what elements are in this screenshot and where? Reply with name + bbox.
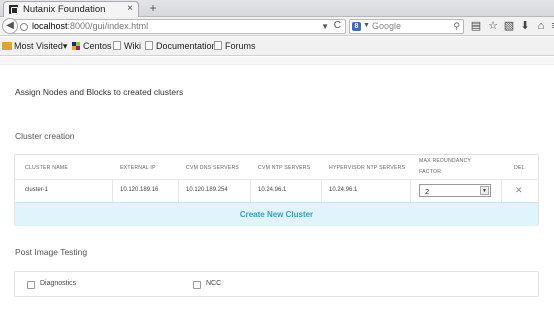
url-bar[interactable]: localhost:8000/gui/index.html ▼ C [12, 19, 346, 34]
search-input[interactable]: Google [372, 21, 401, 31]
create-new-cluster-button[interactable]: Create New Cluster [15, 203, 538, 227]
redundancy-factor-select[interactable]: 2 ▼ [419, 184, 491, 197]
tab-close-icon[interactable]: × [127, 3, 133, 14]
url-path: :8000/gui/index.html [67, 21, 149, 31]
bookmark-most-visited[interactable]: Most Visited▾ [2, 41, 67, 52]
cvm-ntp-field[interactable]: 10.24.96.1 [258, 187, 286, 193]
foundation-page: Assign Nodes and Blocks to created clust… [0, 57, 554, 316]
star-icon[interactable]: ☆ [486, 19, 500, 33]
url-dropdown-icon[interactable]: ▼ [321, 22, 329, 31]
menu-icon[interactable]: ≡ [548, 19, 554, 33]
top-band [0, 57, 554, 65]
diagnostics-checkbox[interactable] [27, 281, 35, 289]
new-tab-icon[interactable]: + [146, 1, 160, 15]
globe-icon [20, 23, 28, 31]
bookmark-label: Documentation [156, 41, 217, 51]
bookmark-forums[interactable]: Forums [214, 41, 256, 51]
external-ip-field[interactable]: 10.120.189.16 [120, 187, 158, 193]
bookmark-documentation[interactable]: Documentation [145, 41, 217, 51]
navigation-toolbar: localhost:8000/gui/index.html ▼ C ◀ 8 ▼ … [0, 17, 554, 36]
chevron-down-icon: ▼ [480, 186, 489, 195]
search-engine-dropdown-icon[interactable]: ▼ [363, 22, 370, 29]
bookmark-label: Most Visited [14, 41, 63, 51]
bookmarks-toolbar: Most Visited▾ Centos Wiki Documentation … [0, 37, 554, 56]
reload-icon[interactable]: C [334, 20, 341, 31]
browser-tab[interactable]: Nutanix Foundation × [3, 1, 139, 17]
home-icon[interactable]: ⌂ [534, 19, 548, 33]
back-arrow-icon[interactable]: ◀ [2, 18, 18, 34]
ncc-label: NCC [206, 280, 222, 287]
url-host: localhost [32, 21, 68, 31]
bookmark-label: Centos [83, 41, 112, 51]
cluster-name-field[interactable]: cluster-1 [25, 187, 48, 193]
nutanix-favicon-icon [9, 5, 18, 14]
bookmark-centos[interactable]: Centos [72, 41, 112, 51]
page-icon [113, 41, 121, 50]
download-icon[interactable]: ⬇ [518, 19, 532, 33]
cvm-dns-field[interactable]: 10.120.189.254 [186, 187, 228, 193]
url-text: localhost:8000/gui/index.html [32, 21, 148, 31]
create-cluster-bar: Create New Cluster [15, 202, 538, 226]
bookmark-label: Wiki [124, 41, 141, 51]
folder-icon [2, 42, 12, 50]
delete-cluster-icon[interactable]: ✕ [515, 185, 523, 196]
bookmark-label: Forums [225, 41, 256, 51]
search-engine-icon[interactable]: 8 [352, 22, 361, 31]
redundancy-factor-value: 2 [425, 187, 430, 196]
tab-title: Nutanix Foundation [23, 4, 106, 15]
bookmark-list-icon[interactable]: ▤ [469, 19, 483, 33]
bookmark-wiki[interactable]: Wiki [113, 41, 141, 51]
centos-logo-icon [72, 42, 80, 50]
reading-list-icon[interactable]: ▧ [502, 19, 516, 33]
search-go-icon[interactable]: ⚲ [453, 21, 460, 32]
diagnostics-label: Diagnostics [40, 280, 77, 287]
table-row: cluster-1 10.120.189.16 10.120.189.254 1… [15, 180, 538, 203]
search-bar[interactable]: 8 ▼ Google ⚲ [349, 19, 464, 34]
hypervisor-ntp-field[interactable]: 10.24.96.1 [329, 187, 357, 193]
browser-tab-strip: Nutanix Foundation × + [0, 0, 554, 17]
page-icon [145, 41, 153, 50]
post-image-testing-title: Post Image Testing [15, 247, 88, 257]
page-instruction: Assign Nodes and Blocks to created clust… [15, 87, 184, 97]
ncc-checkbox[interactable] [193, 281, 201, 289]
page-icon [214, 41, 222, 50]
cluster-creation-title: Cluster creation [15, 131, 75, 141]
post-image-testing-panel: Diagnostics NCC [14, 271, 539, 297]
chevron-down-icon: ▾ [62, 41, 68, 51]
cluster-table: CLUSTER NAME EXTERNAL IP CVM DNS SERVERS… [14, 154, 539, 226]
